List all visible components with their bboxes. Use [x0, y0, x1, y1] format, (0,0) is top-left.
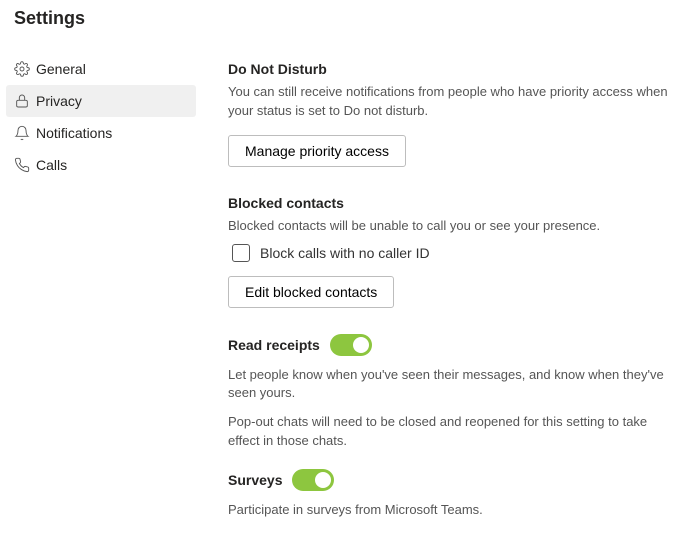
blocked-description: Blocked contacts will be unable to call … [228, 217, 676, 236]
sidebar-item-label: Calls [36, 157, 67, 173]
surveys-desc: Participate in surveys from Microsoft Te… [228, 501, 676, 520]
settings-content: Do Not Disturb You can still receive not… [196, 53, 700, 534]
surveys-toggle[interactable] [292, 469, 334, 491]
settings-sidebar: General Privacy Notifications Calls [0, 53, 196, 534]
surveys-title: Surveys [228, 472, 282, 488]
sidebar-item-privacy[interactable]: Privacy [6, 85, 196, 117]
read-receipts-desc2: Pop-out chats will need to be closed and… [228, 413, 676, 451]
sidebar-item-general[interactable]: General [6, 53, 196, 85]
sidebar-item-calls[interactable]: Calls [6, 149, 196, 181]
read-receipts-desc1: Let people know when you've seen their m… [228, 366, 676, 404]
dnd-description: You can still receive notifications from… [228, 83, 676, 121]
sidebar-item-label: Privacy [36, 93, 82, 109]
bell-icon [14, 125, 36, 141]
sidebar-item-label: General [36, 61, 86, 77]
phone-icon [14, 157, 36, 173]
blocked-title: Blocked contacts [228, 195, 676, 211]
lock-icon [14, 93, 36, 109]
manage-priority-access-button[interactable]: Manage priority access [228, 135, 406, 167]
sidebar-item-notifications[interactable]: Notifications [6, 117, 196, 149]
read-receipts-title: Read receipts [228, 337, 320, 353]
read-receipts-toggle[interactable] [330, 334, 372, 356]
dnd-title: Do Not Disturb [228, 61, 676, 77]
edit-blocked-contacts-button[interactable]: Edit blocked contacts [228, 276, 394, 308]
gear-icon [14, 61, 36, 77]
sidebar-item-label: Notifications [36, 125, 112, 141]
block-no-caller-id-checkbox[interactable] [232, 244, 250, 262]
page-title: Settings [0, 0, 700, 29]
block-no-caller-id-label: Block calls with no caller ID [260, 245, 430, 261]
